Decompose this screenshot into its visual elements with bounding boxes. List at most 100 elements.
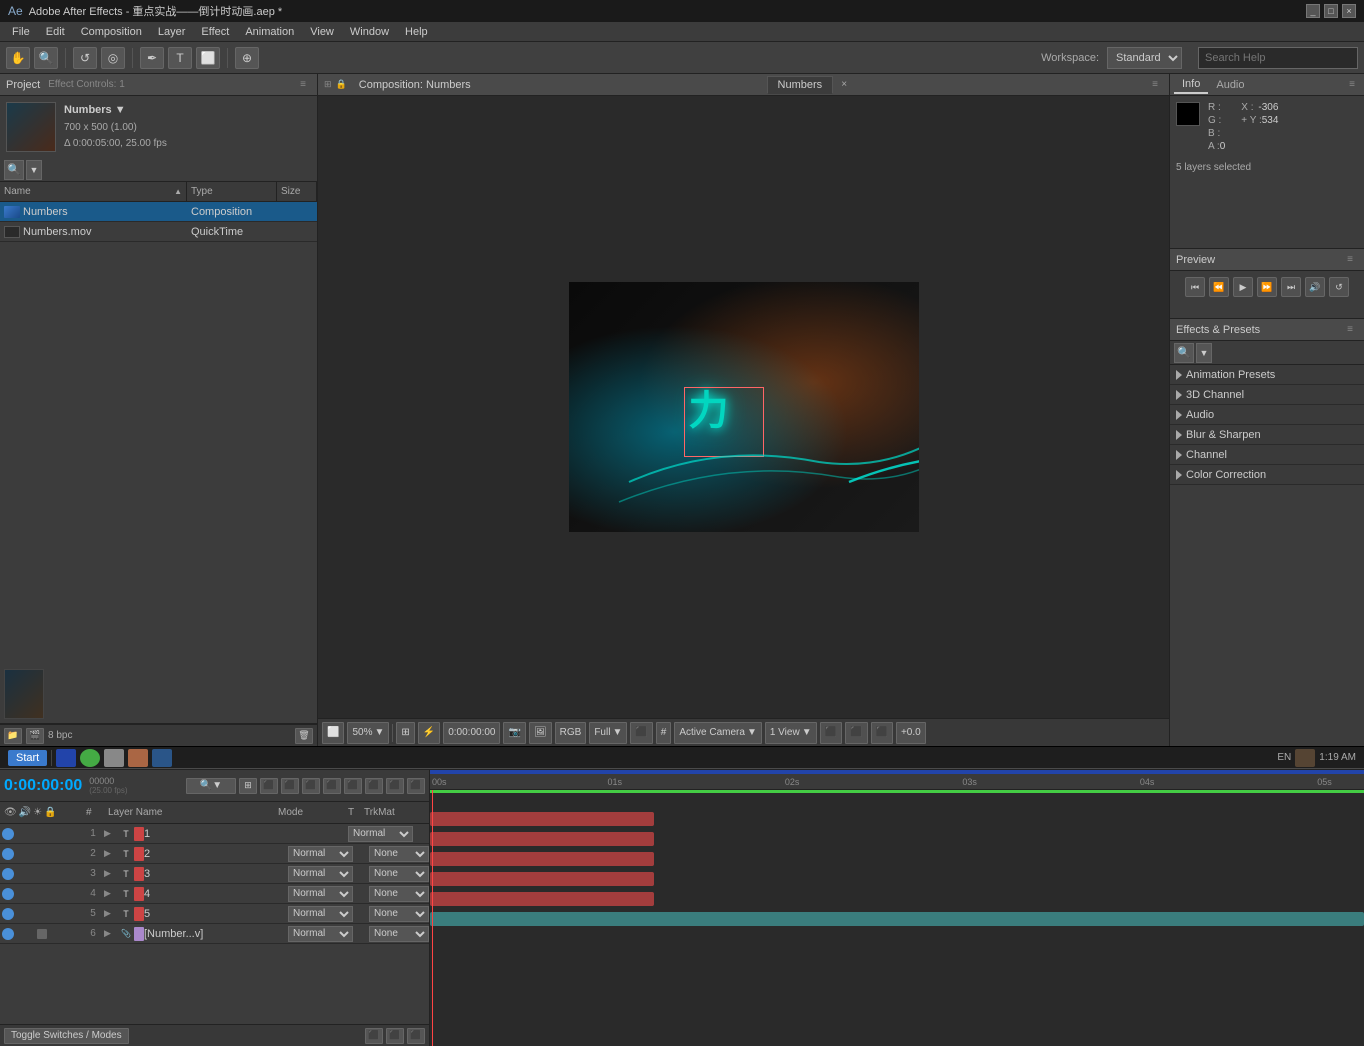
preview-panel-menu[interactable]: ≡ xyxy=(1342,252,1358,268)
category-animation-presets[interactable]: Animation Presets xyxy=(1170,365,1364,385)
category-color-correction[interactable]: Color Correction xyxy=(1170,465,1364,485)
timeline-ctrl-6[interactable]: ⬛ xyxy=(344,778,362,794)
grid-btn[interactable]: # xyxy=(656,722,672,744)
play-btn[interactable]: ▶ xyxy=(1233,277,1253,297)
taskbar-icon-4[interactable] xyxy=(128,749,148,767)
new-comp-btn[interactable]: 🎬 xyxy=(26,728,44,744)
camera-orbit[interactable]: ◎ xyxy=(101,47,125,69)
timeline-ctrl-7[interactable]: ⬛ xyxy=(365,778,383,794)
shape-tool[interactable]: ⬜ xyxy=(196,47,220,69)
effects-search-bar[interactable]: 🔍 ▼ xyxy=(1170,341,1364,365)
puppet-tool[interactable]: ⊕ xyxy=(235,47,259,69)
show-channel-btn[interactable]: RGB xyxy=(555,722,587,744)
tab-audio[interactable]: Audio xyxy=(1208,77,1252,93)
timeline-nav-3[interactable]: ⬛ xyxy=(407,1028,425,1044)
timeline-ctrl-5[interactable]: ⬛ xyxy=(323,778,341,794)
layer-trkmat-select[interactable]: None xyxy=(369,906,429,922)
layer-solo-btn[interactable] xyxy=(26,869,36,879)
project-panel-menu[interactable]: ≡ xyxy=(295,77,311,93)
rotate-tool[interactable]: ↺ xyxy=(73,47,97,69)
track-bar-6[interactable] xyxy=(430,912,1364,926)
category-blur-sharpen[interactable]: Blur & Sharpen xyxy=(1170,425,1364,445)
comp-tab[interactable]: Numbers xyxy=(767,76,834,94)
layer-visibility-btn[interactable] xyxy=(2,868,14,880)
category-3d-channel[interactable]: 3D Channel xyxy=(1170,385,1364,405)
layer-solo-btn[interactable] xyxy=(26,849,36,859)
layer-lock-btn[interactable] xyxy=(37,829,47,839)
layer-expand-btn[interactable]: ▶ xyxy=(104,828,118,839)
effects-panel-menu[interactable]: ≡ xyxy=(1342,322,1358,338)
track-bar-4[interactable] xyxy=(430,872,654,886)
timeline-ctrl-9[interactable]: ⬛ xyxy=(407,778,425,794)
layer-mode-select[interactable]: Normal xyxy=(288,846,353,862)
layer-audio-btn[interactable] xyxy=(15,929,25,939)
new-folder-btn[interactable]: 📁 xyxy=(4,728,22,744)
taskbar-icon-1[interactable] xyxy=(56,749,76,767)
layer-collapse-btn[interactable] xyxy=(48,909,58,919)
layer-solo-btn[interactable] xyxy=(26,929,36,939)
go-to-end-btn[interactable]: ⏭ xyxy=(1281,277,1301,297)
camera-selector[interactable]: Active Camera ▼ xyxy=(674,722,761,744)
magnification-selector[interactable]: 50% ▼ xyxy=(347,722,389,744)
comp-flowchart-btn[interactable]: ⬛ xyxy=(845,722,867,744)
project-filter-btn[interactable]: ▼ xyxy=(26,160,42,180)
viewer-area[interactable]: 力 xyxy=(318,96,1169,718)
viewer-region-btn[interactable]: ⬜ xyxy=(322,722,344,744)
workspace-selector[interactable]: Standard xyxy=(1107,47,1182,69)
start-btn[interactable]: Start xyxy=(8,750,47,766)
layer-visibility-btn[interactable] xyxy=(2,888,14,900)
playhead[interactable] xyxy=(432,790,433,1046)
layer-solo-btn[interactable] xyxy=(26,909,36,919)
menu-file[interactable]: File xyxy=(4,24,38,40)
timeline-ctrl-8[interactable]: ⬛ xyxy=(386,778,404,794)
taskbar-icon-2[interactable] xyxy=(80,749,100,767)
layer-mode-select[interactable]: Normal xyxy=(288,866,353,882)
layer-audio-btn[interactable] xyxy=(15,869,25,879)
layer-trkmat-select[interactable]: None xyxy=(369,886,429,902)
render-btn[interactable]: ⬛ xyxy=(820,722,842,744)
search-help-input[interactable] xyxy=(1198,47,1358,69)
timeline-ctrl-1[interactable]: ⊞ xyxy=(239,778,257,794)
hand-tool[interactable]: ✋ xyxy=(6,47,30,69)
track-bar-1[interactable] xyxy=(430,812,654,826)
layer-audio-btn[interactable] xyxy=(15,889,25,899)
menu-animation[interactable]: Animation xyxy=(237,24,302,40)
timeline-ctrl-2[interactable]: ⬛ xyxy=(260,778,278,794)
layer-mode-select[interactable]: Normal xyxy=(288,926,353,942)
menu-layer[interactable]: Layer xyxy=(150,24,194,40)
layer-visibility-btn[interactable] xyxy=(2,828,14,840)
show-snapshot-btn[interactable]: 🖼 xyxy=(529,722,552,744)
maximize-button[interactable]: □ xyxy=(1324,4,1338,18)
effects-filter-btn[interactable]: ▼ xyxy=(1196,343,1212,363)
menu-composition[interactable]: Composition xyxy=(73,24,150,40)
layer-expand-btn[interactable]: ▶ xyxy=(104,928,118,939)
menu-effect[interactable]: Effect xyxy=(193,24,237,40)
info-panel-menu[interactable]: ≡ xyxy=(1344,77,1360,93)
track-bar-5[interactable] xyxy=(430,892,654,906)
layer-lock-btn[interactable] xyxy=(37,929,47,939)
category-channel[interactable]: Channel xyxy=(1170,445,1364,465)
layer-collapse-btn[interactable] xyxy=(48,829,58,839)
layer-lock-btn[interactable] xyxy=(37,889,47,899)
text-tool[interactable]: T xyxy=(168,47,192,69)
toggle-switches-btn[interactable]: Toggle Switches / Modes xyxy=(4,1028,129,1044)
timeline-timecode[interactable]: 0:00:00:00 xyxy=(4,777,82,795)
layer-lock-btn[interactable] xyxy=(37,909,47,919)
quality-selector[interactable]: Full ▼ xyxy=(589,722,627,744)
menu-edit[interactable]: Edit xyxy=(38,24,73,40)
snapshot-btn[interactable]: 📷 xyxy=(503,722,525,744)
view-selector[interactable]: 1 View ▼ xyxy=(765,722,817,744)
taskbar-icon-5[interactable] xyxy=(152,749,172,767)
project-search-bar[interactable]: 🔍 ▼ xyxy=(0,158,317,182)
layer-collapse-btn[interactable] xyxy=(48,849,58,859)
taskbar-ae-icon[interactable] xyxy=(1295,749,1315,767)
layer-audio-btn[interactable] xyxy=(15,909,25,919)
minimize-button[interactable]: _ xyxy=(1306,4,1320,18)
audio-btn[interactable]: 🔊 xyxy=(1305,277,1325,297)
layer-expand-btn[interactable]: ▶ xyxy=(104,888,118,899)
layer-expand-btn[interactable]: ▶ xyxy=(104,908,118,919)
exposure-reset-btn[interactable]: +0.0 xyxy=(896,722,926,744)
search-layers-btn[interactable]: 🔍▼ xyxy=(186,778,236,794)
layer-expand-btn[interactable]: ▶ xyxy=(104,848,118,859)
timeline-ctrl-4[interactable]: ⬛ xyxy=(302,778,320,794)
